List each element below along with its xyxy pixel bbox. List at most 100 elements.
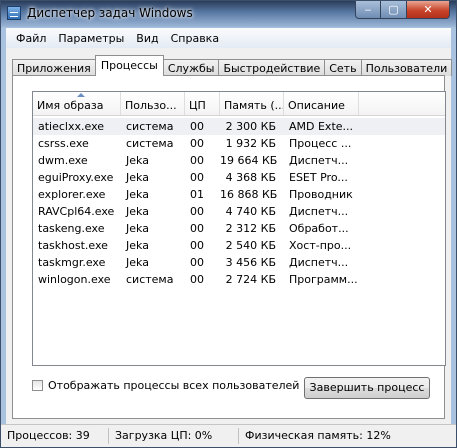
cell-user: Jeka (126, 188, 149, 201)
cell-cpu: 00 (190, 171, 204, 184)
cell-memory: 16 868 КБ (220, 188, 278, 201)
status-cpu-usage: Загрузка ЦП: 0% (109, 428, 239, 444)
client-area: Приложения Процессы Службы Быстродействи… (6, 48, 453, 425)
window-title: Диспетчер задач Windows (27, 6, 193, 20)
table-row[interactable]: winlogon.exe система 00 2 724 КБ Программ... (33, 271, 445, 288)
menu-view[interactable]: Вид (130, 32, 164, 45)
cell-image-name: csrss.exe (38, 137, 89, 150)
cell-user: Jeka (126, 256, 149, 269)
table-row[interactable]: csrss.exe система 00 1 932 КБ Процесс ... (33, 135, 445, 152)
tab-performance[interactable]: Быстродействие (218, 59, 326, 76)
cell-image-name: explorer.exe (38, 188, 106, 201)
cell-image-name: winlogon.exe (38, 273, 111, 286)
column-header-description[interactable]: Описание (284, 92, 359, 115)
tab-services[interactable]: Службы (162, 59, 220, 76)
table-row[interactable]: dwm.exe Jeka 00 19 664 КБ Диспетч... (33, 152, 445, 169)
cell-user: Jeka (126, 222, 149, 235)
cell-cpu: 00 (190, 137, 204, 150)
process-list[interactable]: Имя образа Пользо... ЦП Память (... Опис… (32, 91, 446, 366)
cell-description: Диспетч... (289, 154, 349, 167)
table-row[interactable]: atieclxx.exe система 00 2 300 КБ AMD Exte... (33, 118, 445, 135)
processes-panel: Имя образа Пользо... ЦП Память (... Опис… (12, 75, 446, 419)
cell-image-name: taskeng.exe (38, 222, 105, 235)
task-manager-window: Диспетчер задач Windows ‒ ▢ ✕ Файл Парам… (0, 0, 457, 448)
tab-applications[interactable]: Приложения (12, 59, 96, 76)
tab-processes[interactable]: Процессы (94, 55, 164, 76)
tab-network[interactable]: Сеть (324, 59, 362, 76)
cell-memory: 2 300 КБ (225, 120, 276, 133)
window-controls: ‒ ▢ ✕ (355, 1, 450, 20)
cell-description: Диспетч... (289, 205, 349, 218)
cell-user: система (126, 137, 174, 150)
table-row[interactable]: taskeng.exe Jeka 00 2 312 КБ Обработ... (33, 220, 445, 237)
cell-cpu: 01 (190, 188, 204, 201)
column-header-image-name[interactable]: Имя образа (33, 92, 121, 115)
menu-file[interactable]: Файл (10, 32, 52, 45)
cell-memory: 4 368 КБ (225, 171, 276, 184)
cell-cpu: 00 (190, 205, 204, 218)
cell-memory: 2 312 КБ (225, 222, 276, 235)
cell-user: Jeka (126, 171, 149, 184)
cell-description: Процесс ... (289, 137, 352, 150)
cell-image-name: atieclxx.exe (38, 120, 105, 133)
tab-strip: Приложения Процессы Службы Быстродействи… (12, 55, 453, 76)
cell-cpu: 00 (190, 239, 204, 252)
cell-user: система (126, 120, 174, 133)
cell-cpu: 00 (190, 120, 204, 133)
maximize-button[interactable]: ▢ (381, 1, 407, 19)
table-row[interactable]: taskhost.exe Jeka 00 2 540 КБ Хост-про... (33, 237, 445, 254)
cell-image-name: eguiProxy.exe (38, 171, 114, 184)
cell-image-name: taskhost.exe (38, 239, 108, 252)
cell-user: Jeka (126, 205, 149, 218)
status-physical-memory: Физическая память: 12% (245, 429, 391, 442)
cell-memory: 4 740 КБ (225, 205, 276, 218)
column-header-user[interactable]: Пользо... (121, 92, 185, 115)
list-header: Имя образа Пользо... ЦП Память (... Опис… (33, 92, 445, 116)
table-row[interactable]: eguiProxy.exe Jeka 00 4 368 КБ ESET Pro... (33, 169, 445, 186)
tab-users[interactable]: Пользователи (360, 59, 453, 76)
table-row[interactable]: explorer.exe Jeka 01 16 868 КБ Проводник (33, 186, 445, 203)
cell-image-name: taskmgr.exe (38, 256, 106, 269)
cell-memory: 3 456 КБ (225, 256, 276, 269)
column-header-memory[interactable]: Память (... (220, 92, 284, 115)
cell-image-name: RAVCpl64.exe (38, 205, 115, 218)
cell-cpu: 00 (190, 154, 204, 167)
menu-help[interactable]: Справка (165, 32, 225, 45)
menu-bar: Файл Параметры Вид Справка (6, 28, 451, 48)
status-process-count: Процессов: 39 (1, 428, 109, 444)
cell-memory: 19 664 КБ (220, 154, 278, 167)
cell-user: Jeka (126, 154, 149, 167)
cell-memory: 2 724 КБ (225, 273, 276, 286)
cell-memory: 2 540 КБ (225, 239, 276, 252)
column-header-cpu[interactable]: ЦП (185, 92, 220, 115)
cell-description: ESET Pro... (289, 171, 348, 184)
cell-description: Обработ... (289, 222, 349, 235)
show-all-label: Отображать процессы всех пользователей (48, 379, 300, 392)
column-header-label: Имя образа (37, 99, 104, 112)
minimize-button[interactable]: ‒ (355, 1, 381, 19)
close-button[interactable]: ✕ (407, 1, 450, 19)
cell-memory: 1 932 КБ (225, 137, 276, 150)
cell-cpu: 00 (190, 273, 204, 286)
cell-user: система (126, 273, 174, 286)
process-rows: atieclxx.exe система 00 2 300 КБ AMD Exte...… (33, 118, 445, 288)
title-bar[interactable]: Диспетчер задач Windows ‒ ▢ ✕ (1, 1, 456, 27)
cell-cpu: 00 (190, 222, 204, 235)
cell-description: Проводник (289, 188, 353, 201)
menu-options[interactable]: Параметры (52, 32, 130, 45)
cell-user: Jeka (126, 239, 149, 252)
status-bar: Процессов: 39 Загрузка ЦП: 0% Физическая… (1, 424, 456, 447)
table-row[interactable]: RAVCpl64.exe Jeka 00 4 740 КБ Диспетч... (33, 203, 445, 220)
cell-description: Программ... (289, 273, 358, 286)
cell-image-name: dwm.exe (38, 154, 88, 167)
cell-description: AMD Exte... (289, 120, 354, 133)
show-all-checkbox[interactable] (32, 380, 43, 391)
show-all-processes-option[interactable]: Отображать процессы всех пользователей (32, 379, 299, 392)
sort-ascending-icon (77, 93, 85, 97)
end-process-button[interactable]: Завершить процесс (304, 377, 430, 399)
cell-description: Диспетч... (289, 256, 349, 269)
cell-cpu: 00 (190, 256, 204, 269)
table-row[interactable]: taskmgr.exe Jeka 00 3 456 КБ Диспетч... (33, 254, 445, 271)
cell-description: Хост-про... (289, 239, 352, 252)
task-manager-icon (7, 6, 21, 20)
